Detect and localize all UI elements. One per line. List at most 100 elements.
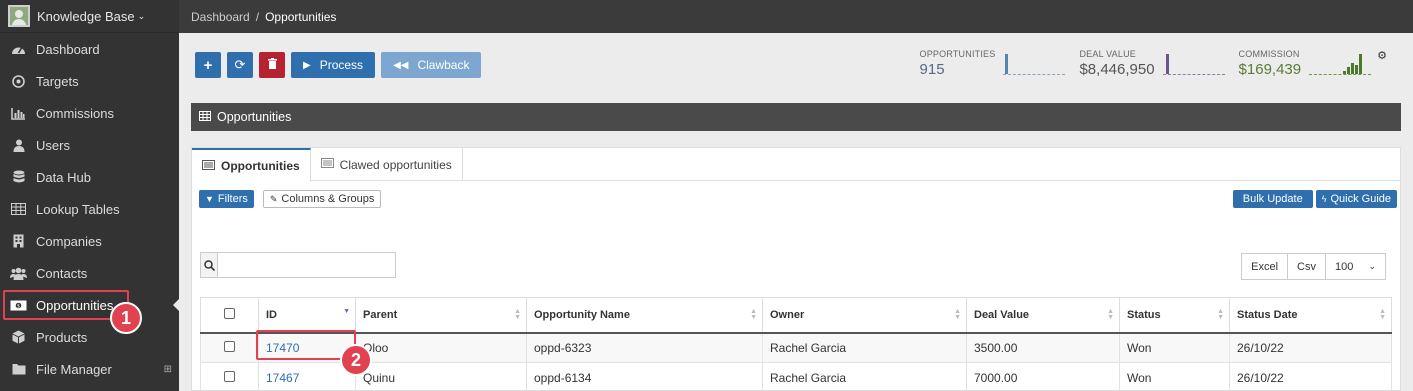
list-icon — [202, 159, 215, 173]
column-header-opportunity-name[interactable]: Opportunity Name ▲ ▼ — [526, 297, 763, 334]
backward-icon: ◀◀ — [393, 59, 409, 71]
sidebar-item-users[interactable]: Users — [0, 129, 179, 161]
table-icon — [10, 202, 27, 217]
opportunities-table: ID ▼ Parent ▲ ▼ Opportunity Name ▲ ▼ Owner ▲ ▼ … — [200, 297, 1392, 391]
search-input[interactable] — [218, 253, 395, 277]
deal-value-sparkline — [1162, 51, 1225, 75]
plus-square-icon[interactable]: ⊞ — [164, 364, 172, 375]
cell-parent: Oloo — [355, 332, 527, 363]
column-label: Deal Value — [974, 308, 1030, 321]
breadcrumb-dashboard[interactable]: Dashboard — [191, 10, 250, 24]
filter-bar: ▼ Filters ✎ Columns & Groups — [199, 190, 382, 208]
row-select-cell — [200, 332, 259, 363]
sidebar-item-companies[interactable]: Companies — [0, 225, 179, 257]
filters-button[interactable]: ▼ Filters — [199, 190, 254, 208]
sidebar-item-opportunities[interactable]: $ Opportunities — [0, 289, 179, 321]
panel-title: Opportunities — [217, 110, 292, 124]
columns-groups-button[interactable]: ✎ Columns & Groups — [262, 190, 382, 208]
sidebar-item-file-manager[interactable]: File Manager ⊞ — [0, 353, 179, 385]
table-row[interactable]: 17467 Quinu oppd-6134 Rachel Garcia 7000… — [200, 362, 1392, 391]
table-row[interactable]: 17470 Oloo oppd-6323 Rachel Garcia 3500.… — [200, 332, 1392, 363]
cell-owner: Rachel Garcia — [762, 332, 967, 363]
sidebar-item-lookup-tables[interactable]: Lookup Tables — [0, 193, 179, 225]
clawback-button[interactable]: ◀◀ Clawback — [381, 52, 482, 78]
sidebar-item-label: Dashboard — [36, 41, 100, 57]
target-icon — [10, 74, 27, 89]
quick-guide-button[interactable]: ϟ Quick Guide — [1315, 190, 1397, 208]
sidebar-item-products[interactable]: Products — [0, 321, 179, 353]
step-1-badge: 1 — [110, 302, 142, 334]
column-header-status[interactable]: Status ▲ ▼ — [1119, 297, 1230, 334]
sidebar: Knowledge Base ⌄ Dashboard Targets Commi… — [0, 0, 180, 391]
refresh-button[interactable]: ⟳ — [227, 52, 253, 78]
excel-button[interactable]: Excel — [1241, 253, 1289, 280]
cell-name: oppd-6323 — [526, 332, 763, 363]
column-header-parent[interactable]: Parent ▲ ▼ — [355, 297, 527, 334]
row-checkbox[interactable] — [224, 340, 235, 352]
box-icon — [10, 330, 27, 345]
sidebar-item-targets[interactable]: Targets — [0, 65, 179, 97]
tab-clawed-opportunities[interactable]: Clawed opportunities — [311, 148, 463, 181]
column-label: Parent — [363, 308, 398, 321]
search-box — [200, 252, 396, 278]
stat-commission: COMMISSION $169,439 ⚙ — [1239, 49, 1387, 78]
process-label: Process — [319, 58, 364, 72]
chevron-down-icon: ⌄ — [1368, 261, 1376, 271]
sidebar-item-dashboard[interactable]: Dashboard — [0, 33, 179, 65]
sidebar-item-label: Targets — [36, 73, 79, 89]
csv-button[interactable]: Csv — [1287, 253, 1326, 280]
gear-icon[interactable]: ⚙ — [1377, 49, 1387, 62]
tab-label: Clawed opportunities — [339, 157, 452, 172]
stat-opportunities: OPPORTUNITIES 915 — [920, 49, 1066, 78]
column-header-deal-value[interactable]: Deal Value ▲ ▼ — [966, 297, 1120, 334]
select-all-cell — [200, 297, 259, 334]
sort-desc-icon: ▼ — [343, 308, 350, 315]
tab-opportunities[interactable]: Opportunities — [192, 148, 311, 182]
sidebar-item-label: Data Hub — [36, 169, 91, 185]
sidebar-item-contacts[interactable]: Contacts — [0, 257, 179, 289]
bulk-update-label: Bulk Update — [1242, 193, 1303, 205]
column-header-status-date[interactable]: Status Date ▲ ▼ — [1229, 297, 1392, 334]
sort-icon: ▲ ▼ — [750, 308, 757, 321]
right-actions: Bulk Update ϟ Quick Guide — [1232, 190, 1397, 208]
stat-deal-value: DEAL VALUE $8,446,950 — [1079, 49, 1225, 78]
brand-menu[interactable]: Knowledge Base ⌄ — [0, 0, 179, 33]
opportunity-id-link[interactable]: 17467 — [266, 371, 299, 385]
sidebar-item-data-hub[interactable]: Data Hub — [0, 161, 179, 193]
column-header-owner[interactable]: Owner ▲ ▼ — [762, 297, 967, 334]
process-button[interactable]: ▶ Process — [291, 52, 376, 78]
tab-bar: Opportunities Clawed opportunities — [192, 148, 1400, 182]
sidebar-item-commissions[interactable]: Commissions — [0, 97, 179, 129]
row-checkbox[interactable] — [224, 370, 235, 382]
add-button[interactable]: + — [195, 52, 221, 78]
sidebar-item-label: Users — [36, 137, 70, 153]
play-icon: ▶ — [303, 59, 311, 71]
column-label: Owner — [770, 308, 805, 321]
database-icon — [10, 170, 27, 185]
select-all-checkbox[interactable] — [224, 307, 235, 319]
cell-status-date: 26/10/22 — [1229, 362, 1392, 391]
sort-icon: ▲ ▼ — [954, 308, 961, 321]
page-size-select[interactable]: 100 ⌄ — [1325, 253, 1386, 280]
toolbar: + ⟳ ▶ Process ◀◀ Clawback — [195, 52, 482, 78]
main-content: + ⟳ ▶ Process ◀◀ Clawback OPPORTUNITIES … — [179, 33, 1413, 391]
table-icon — [199, 110, 211, 124]
stats-bar: OPPORTUNITIES 915 DEAL VALUE $8,446,950 … — [906, 49, 1387, 78]
bulk-update-button[interactable]: Bulk Update — [1232, 190, 1313, 208]
column-label: Status — [1127, 308, 1161, 321]
chevron-down-icon: ⌄ — [137, 10, 146, 21]
cell-status-date: 26/10/22 — [1229, 332, 1392, 363]
stat-label: DEAL VALUE — [1079, 49, 1136, 59]
sidebar-item-label: Companies — [36, 233, 102, 249]
delete-button[interactable] — [259, 52, 285, 78]
trash-icon — [267, 58, 277, 72]
sidebar-item-label: Contacts — [36, 265, 88, 281]
bar-chart-icon — [10, 106, 27, 121]
filter-icon: ▼ — [205, 194, 214, 204]
panel-body: Opportunities Clawed opportunities ▼ Fil… — [191, 147, 1401, 391]
commission-sparkline — [1309, 51, 1372, 75]
sidebar-item-label: Commissions — [36, 105, 115, 121]
stat-value: $8,446,950 — [1079, 61, 1155, 78]
tab-label: Opportunities — [221, 159, 300, 173]
column-header-id[interactable]: ID ▼ — [258, 297, 356, 334]
